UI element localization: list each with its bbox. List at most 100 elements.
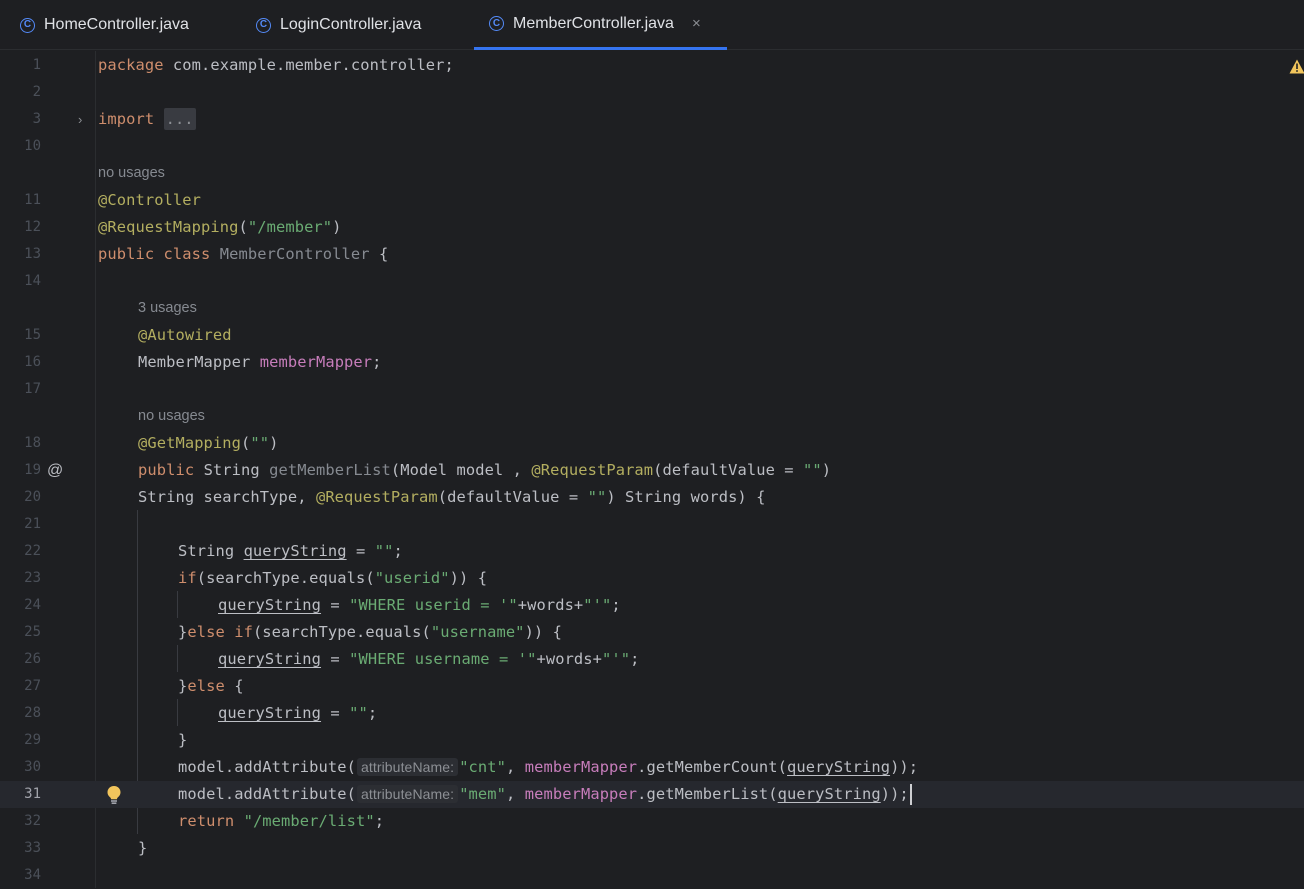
code-token: { [224, 677, 244, 695]
code-line: 20 String searchType, @RequestParam(defa… [0, 484, 1304, 511]
line-number: 21 [24, 516, 41, 532]
code-token: com.example.member.controller; [163, 56, 454, 74]
variable-name: queryString [777, 785, 881, 803]
code-line: 13 public class MemberController { [0, 241, 1304, 268]
line-number: 16 [24, 354, 41, 370]
code-token: ) [332, 218, 342, 236]
code-token: )); [880, 785, 909, 803]
code-token: .getMemberCount( [637, 758, 788, 776]
code-text: queryString = "WHERE userid = '"+words+"… [218, 592, 621, 619]
string-literal: "'" [583, 596, 612, 614]
line-number: 29 [24, 732, 41, 748]
usages-hint[interactable]: 3 usages [138, 295, 197, 322]
tab-label: LoginController.java [280, 16, 422, 33]
code-token: ) [269, 434, 279, 452]
code-token: ) [821, 461, 832, 479]
code-editor[interactable]: 1 package com.example.member.controller;… [0, 51, 1304, 888]
close-icon[interactable]: × [692, 15, 701, 32]
line-number: 26 [24, 651, 41, 667]
line-number: 34 [24, 867, 41, 883]
code-token: String [194, 461, 270, 479]
annotation: @GetMapping [138, 434, 242, 452]
code-line: 27 }else { [0, 673, 1304, 700]
code-token: } [178, 731, 188, 749]
variable-name: queryString [787, 758, 891, 776]
code-line: 28 queryString = ""; [0, 700, 1304, 727]
tab-home-controller[interactable]: C HomeController.java [20, 0, 189, 50]
parameter-hint: attributeName: [356, 758, 459, 776]
lightbulb-icon[interactable] [106, 785, 122, 805]
variable-name: queryString [218, 704, 322, 722]
annotation: @RequestParam [315, 488, 438, 506]
code-token: { [369, 245, 389, 263]
code-line: 29 } [0, 727, 1304, 754]
annotation: @Autowired [138, 326, 232, 344]
line-number: 27 [24, 678, 41, 694]
inlay-hint-line: no usages [0, 160, 1304, 187]
variable-name: queryString [243, 542, 347, 560]
code-text: public class MemberController { [98, 241, 388, 268]
tab-login-controller[interactable]: C LoginController.java [256, 0, 421, 50]
line-number: 25 [24, 624, 41, 640]
string-literal: "cnt" [459, 758, 507, 776]
line-number: 17 [24, 381, 41, 397]
parameter-hint: attributeName: [356, 785, 459, 803]
string-literal: "" [250, 434, 270, 452]
code-token: = [321, 650, 350, 668]
line-number: 13 [24, 246, 41, 262]
code-token: = [321, 704, 350, 722]
usages-hint[interactable]: no usages [138, 403, 205, 430]
inlay-hint-line: 3 usages [0, 295, 1304, 322]
keyword: import [98, 110, 155, 128]
keyword: if [178, 569, 197, 587]
code-token: = [321, 596, 350, 614]
fold-arrow-icon[interactable]: › [78, 106, 82, 133]
code-line: 11 @Controller [0, 187, 1304, 214]
code-line: 34 [0, 862, 1304, 889]
string-literal: "/member" [247, 218, 333, 236]
code-text: String queryString = ""; [178, 538, 403, 565]
string-literal: "/member/list" [243, 812, 375, 830]
tab-label: HomeController.java [44, 16, 189, 33]
code-token: ; [393, 542, 403, 560]
code-line: 32 return "/member/list"; [0, 808, 1304, 835]
line-number: 32 [24, 813, 41, 829]
string-literal: "" [587, 488, 607, 506]
code-token: ( [241, 434, 251, 452]
code-token: String searchType, [138, 488, 316, 506]
line-number: 10 [24, 138, 41, 154]
request-mapping-icon[interactable]: @ [47, 457, 63, 484]
code-line: 16 MemberMapper memberMapper; [0, 349, 1304, 376]
code-token: +words+ [517, 596, 584, 614]
line-number: 30 [24, 759, 41, 775]
annotation: @RequestParam [531, 461, 654, 479]
code-line: 18 @GetMapping("") [0, 430, 1304, 457]
line-number: 33 [24, 840, 41, 856]
string-literal: "" [349, 704, 368, 722]
code-token: ( [238, 218, 248, 236]
code-line: 3 › import ... [0, 106, 1304, 133]
string-literal: "" [803, 461, 822, 479]
code-token: +words+ [536, 650, 603, 668]
code-text: return "/member/list"; [178, 808, 384, 835]
line-number: 1 [32, 57, 41, 73]
keyword: public class [98, 245, 211, 263]
code-line: 1 package com.example.member.controller; [0, 52, 1304, 79]
code-line: 17 [0, 376, 1304, 403]
code-text: import ... [98, 106, 196, 133]
tab-member-controller[interactable]: C MemberController.java × [474, 0, 727, 50]
folded-imports[interactable]: ... [163, 108, 196, 130]
code-token: ; [372, 353, 382, 371]
code-line: 12 @RequestMapping("/member") [0, 214, 1304, 241]
code-text: String searchType, @RequestParam(default… [138, 484, 766, 511]
code-line: 23 if(searchType.equals("userid")) { [0, 565, 1304, 592]
line-number: 12 [24, 219, 41, 235]
keyword: package [98, 56, 164, 74]
line-number: 22 [24, 543, 41, 559]
code-token: ) String words) { [606, 488, 766, 506]
usages-hint[interactable]: no usages [98, 160, 165, 187]
code-token: (defaultValue = [437, 488, 588, 506]
class-icon: C [256, 17, 271, 33]
class-icon: C [489, 16, 504, 31]
